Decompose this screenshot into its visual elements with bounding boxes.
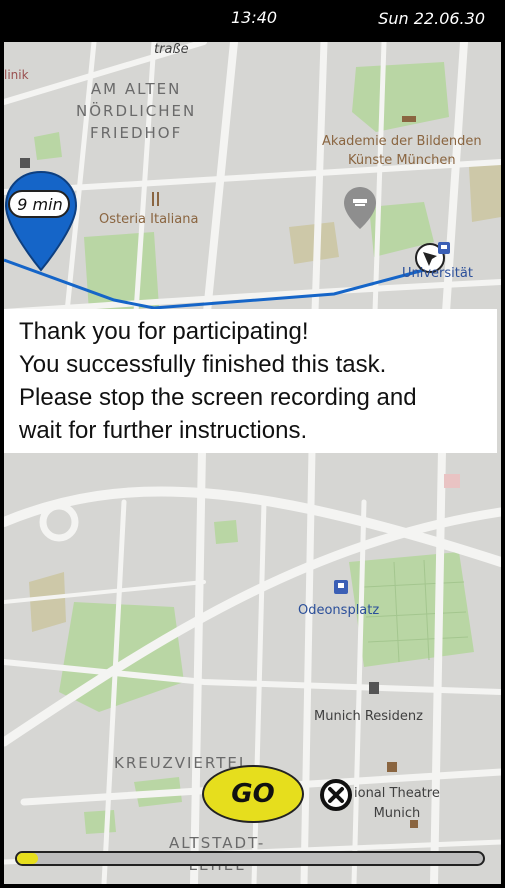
progress-bar <box>15 851 485 866</box>
message-line: Thank you for participating! <box>19 318 309 345</box>
map-view[interactable]: linik traße AM ALTEN NÖRDLICHEN FRIEDHOF… <box>4 42 501 884</box>
map-label-national-theatre: ional Theatre Munich <box>354 786 440 821</box>
map-label-street: traße <box>154 42 189 57</box>
map-label-university: Universität <box>402 266 473 281</box>
message-line: wait for further instructions. <box>19 417 308 444</box>
map-label-osteria: Osteria Italiana <box>99 212 199 227</box>
navigation-screen: 13:40 Sun 22.06.30 linik traße AM ALTEN … <box>0 0 505 888</box>
message-line: Please stop the screen recording and <box>19 384 417 411</box>
map-label-alter-friedhof: AM ALTEN NÖRDLICHEN FRIEDHOF <box>76 80 197 142</box>
go-button[interactable]: GO <box>202 765 304 823</box>
eta-text: 9 min <box>17 195 63 214</box>
status-date: Sun 22.06.30 <box>378 9 485 28</box>
close-icon <box>320 779 352 811</box>
map-label-klinik: linik <box>4 68 29 82</box>
map-label-academy: Akademie der Bildenden Künste München <box>322 134 482 168</box>
eta-marker[interactable]: 9 min <box>4 170 78 274</box>
map-label-residenz: Munich Residenz <box>314 709 423 724</box>
status-time: 13:40 <box>231 8 278 27</box>
cancel-button[interactable] <box>319 778 353 812</box>
completion-message: Thank you for participating! You success… <box>4 309 497 453</box>
map-pin-icon <box>4 170 78 272</box>
map-label-odeonsplatz: Odeonsplatz <box>298 603 380 618</box>
progress-fill <box>17 853 38 864</box>
message-line: You successfully finished this task. <box>19 351 387 378</box>
status-bar: 13:40 Sun 22.06.30 <box>0 0 505 42</box>
